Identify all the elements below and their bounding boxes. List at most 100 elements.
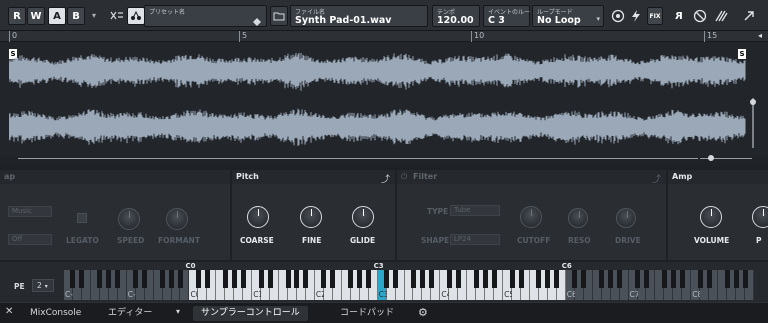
black-key[interactable]	[572, 270, 578, 288]
loop-mode-field[interactable]: ループモード No Loop ▾	[532, 5, 604, 27]
fix-button[interactable]: FIX	[647, 7, 663, 25]
vertical-zoom-slider[interactable]	[752, 98, 754, 148]
black-key[interactable]	[473, 270, 479, 288]
write-automation-button[interactable]: W	[27, 7, 45, 25]
black-key[interactable]	[366, 270, 372, 288]
snap-icon[interactable]	[108, 7, 126, 25]
filter-type-select[interactable]: Tube	[450, 205, 500, 216]
lightning-icon[interactable]	[627, 7, 645, 25]
black-key[interactable]	[294, 270, 300, 288]
black-key[interactable]	[482, 270, 488, 288]
black-key[interactable]	[617, 270, 623, 288]
black-key[interactable]	[599, 270, 605, 288]
black-key[interactable]	[195, 270, 201, 288]
curve-icon[interactable]: ⤴	[652, 172, 661, 185]
black-key[interactable]	[428, 270, 434, 288]
chevron-down-icon[interactable]: ▾	[176, 307, 180, 316]
black-key[interactable]	[177, 270, 183, 288]
black-key[interactable]	[697, 270, 703, 288]
arrow-down-icon[interactable]: ▾	[92, 11, 96, 20]
black-key[interactable]	[455, 270, 461, 288]
tab-mixconsole[interactable]: MixConsole	[30, 306, 81, 321]
black-key[interactable]	[635, 270, 640, 288]
black-key[interactable]	[133, 270, 139, 288]
drive-knob[interactable]	[616, 208, 636, 228]
formant-knob[interactable]	[166, 208, 188, 230]
black-key[interactable]	[204, 270, 210, 288]
waveform-display[interactable]: S S	[0, 42, 768, 157]
vertical-zoom-handle[interactable]	[750, 99, 756, 105]
black-key[interactable]	[679, 270, 685, 288]
pitchbend-select[interactable]: 2 ▾	[32, 279, 54, 292]
curve-icon[interactable]: ⤴	[381, 172, 390, 185]
black-key[interactable]	[240, 270, 246, 288]
black-key[interactable]	[509, 270, 515, 288]
horizontal-scrollbar[interactable]	[0, 155, 768, 167]
expand-arrow-icon[interactable]	[740, 7, 758, 25]
black-key[interactable]	[106, 270, 112, 288]
black-key[interactable]	[446, 270, 452, 288]
black-key[interactable]	[733, 270, 739, 288]
black-key[interactable]	[222, 270, 228, 288]
tempo-field[interactable]: テンポ 120.00	[432, 5, 480, 27]
black-key[interactable]	[348, 270, 354, 288]
black-key[interactable]	[70, 270, 76, 288]
black-key[interactable]	[330, 270, 336, 288]
zoom-handle[interactable]	[708, 155, 714, 161]
black-key[interactable]	[670, 270, 676, 288]
tab-sampler-control[interactable]: サンプラーコントロール	[193, 306, 308, 321]
reverse-button[interactable]: R	[670, 7, 688, 25]
event-root-field[interactable]: イベントのルート C 3	[483, 5, 536, 27]
black-key[interactable]	[518, 270, 524, 288]
black-key[interactable]	[357, 270, 363, 288]
black-key[interactable]	[419, 270, 425, 288]
mode-select[interactable]: Music	[8, 206, 52, 217]
black-key[interactable]	[742, 270, 748, 288]
b-button[interactable]: B	[67, 7, 85, 25]
tab-editor[interactable]: エディター	[108, 306, 152, 321]
filter-shape-select[interactable]: LP24	[450, 234, 500, 245]
read-automation-button[interactable]: R	[8, 7, 26, 25]
black-key[interactable]	[545, 270, 551, 288]
reso-knob[interactable]	[568, 208, 588, 228]
black-key[interactable]	[410, 270, 416, 288]
coarse-knob[interactable]	[247, 206, 269, 228]
preset-icon[interactable]	[252, 12, 262, 26]
black-key[interactable]	[97, 270, 103, 288]
speed-knob[interactable]	[118, 208, 140, 230]
piano-keyboard[interactable]: C-2 C-1 C0 C1 C2 C3 C4 C5 C6 C7 C8 C0 C3 C6	[64, 262, 754, 300]
black-key[interactable]	[303, 270, 309, 288]
black-key[interactable]	[554, 270, 560, 288]
cutoff-knob[interactable]	[520, 206, 542, 228]
folder-icon[interactable]	[270, 6, 288, 26]
black-key[interactable]	[160, 270, 166, 288]
preset-field[interactable]: プリセット名	[144, 5, 267, 27]
black-key[interactable]	[581, 270, 587, 288]
warp-icon[interactable]	[712, 7, 730, 25]
black-key[interactable]	[258, 270, 264, 288]
black-key[interactable]	[79, 270, 85, 288]
black-key[interactable]	[724, 270, 730, 288]
black-key[interactable]	[536, 270, 542, 288]
record-icon[interactable]	[609, 7, 627, 25]
black-key[interactable]	[231, 270, 237, 288]
black-key[interactable]	[321, 270, 327, 288]
timeline-ruler[interactable]: 0 5 10 15 ◂	[0, 31, 768, 42]
cancel-icon[interactable]	[691, 7, 709, 25]
formant-mode-select[interactable]: Off	[8, 234, 52, 245]
tab-chord-pads[interactable]: コードパッド	[340, 306, 394, 321]
black-key[interactable]	[115, 270, 121, 288]
fine-knob[interactable]	[300, 206, 322, 228]
black-key[interactable]	[142, 270, 148, 288]
gear-icon[interactable]: ⚙	[418, 306, 428, 319]
file-name-field[interactable]: ファイル名 Synth Pad-01.wav	[290, 5, 428, 27]
black-key[interactable]	[393, 270, 399, 288]
black-key[interactable]	[267, 270, 273, 288]
close-icon[interactable]: ✕	[5, 306, 13, 317]
black-key[interactable]	[169, 270, 175, 288]
a-button[interactable]: A	[48, 7, 66, 25]
black-key[interactable]	[706, 270, 712, 288]
black-key[interactable]	[661, 270, 667, 288]
black-key[interactable]	[643, 270, 649, 288]
amp-second-knob[interactable]	[752, 206, 768, 228]
